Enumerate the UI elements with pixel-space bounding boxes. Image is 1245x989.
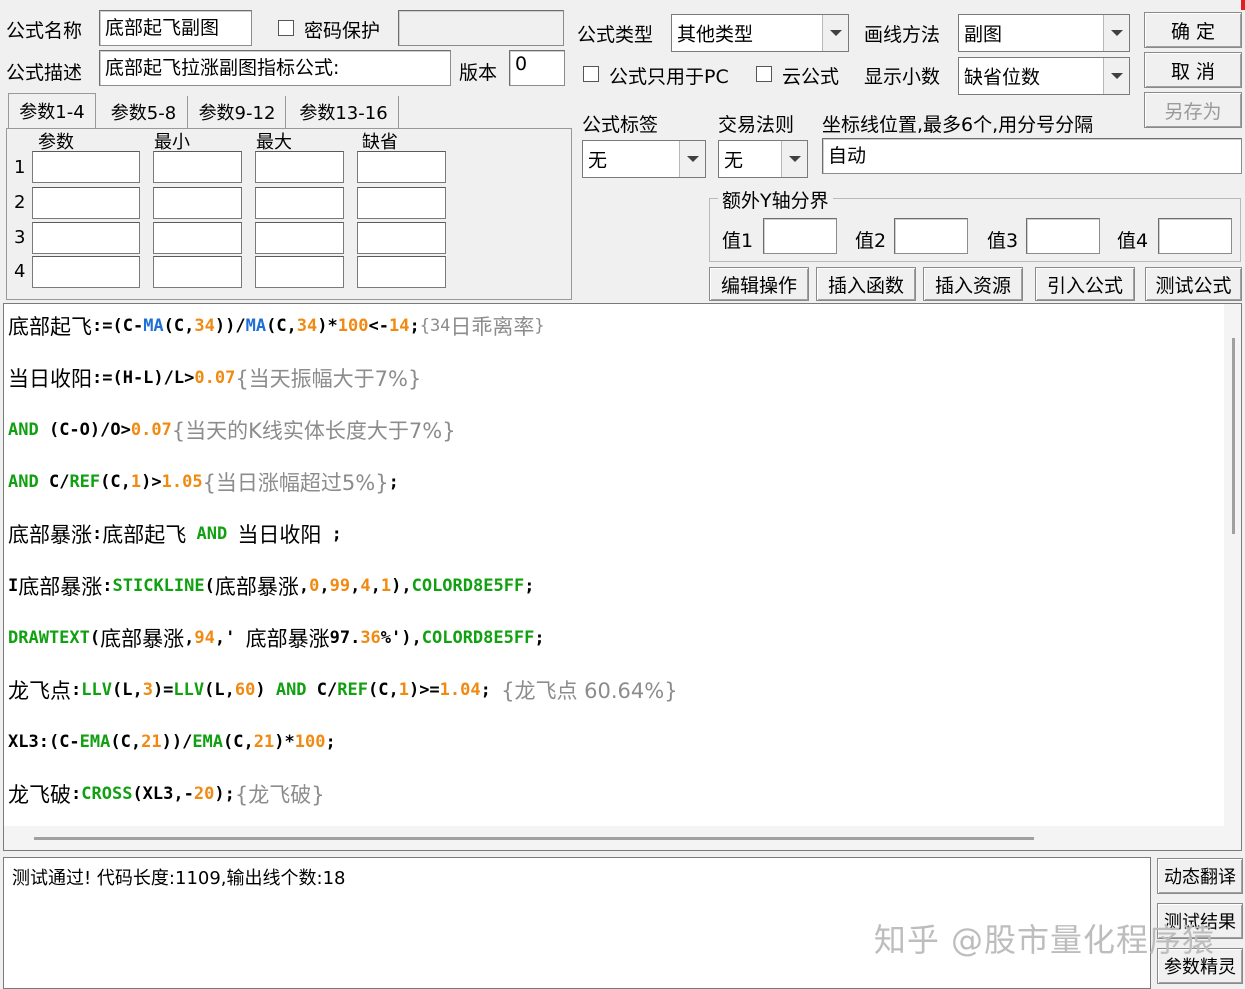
draw-method-value: 副图	[964, 23, 1003, 46]
value4-input[interactable]	[1158, 218, 1232, 254]
horizontal-scrollbar[interactable]	[4, 826, 1224, 850]
code-line-3: AND (C-O)/O> 0.07 {当天的K线实体长度大于7%}	[8, 419, 456, 443]
param-row-number: 2	[14, 192, 26, 213]
param-row-number: 3	[14, 227, 26, 248]
code-line-8: 龙飞点: LLV (L, 3)= LLV (L, 60) AND C/REF (C, 1)>= 1…	[8, 679, 678, 703]
chevron-down-icon[interactable]	[1103, 58, 1129, 94]
test-output-message: 测试通过! 代码长度:1109,输出线个数:18	[12, 868, 346, 889]
insert-function-button[interactable]: 插入函数	[816, 267, 916, 301]
cancel-button[interactable]: 取 消	[1144, 52, 1242, 88]
param-2-min-input[interactable]	[153, 187, 242, 219]
cloud-label: 云公式	[782, 66, 840, 88]
formula-desc-label: 公式描述	[6, 62, 83, 84]
param-1-min-input[interactable]	[153, 151, 242, 183]
param-2-name-input[interactable]	[32, 187, 140, 219]
value2-input[interactable]	[894, 218, 968, 254]
pc-only-label: 公式只用于PC	[609, 66, 729, 88]
param-1-name-input[interactable]	[32, 151, 140, 183]
param-3-min-input[interactable]	[153, 222, 242, 254]
test-formula-button[interactable]: 测试公式	[1145, 267, 1242, 301]
code-line-4: AND C/REF (C, 1)> 1.05 {当日涨幅超过5%};	[8, 471, 399, 495]
trade-rule-select[interactable]: 无	[718, 140, 808, 178]
decimals-value: 缺省位数	[964, 66, 1041, 89]
window-edge-accent	[1241, 0, 1245, 10]
trade-rule-label: 交易法则	[718, 114, 795, 136]
formula-type-select[interactable]: 其他类型	[671, 14, 849, 52]
code-line-1: 底部起飞:=(C- MA (C, 34))/MA (C, 34)* 100 <- 14; {34 日…	[8, 315, 545, 339]
code-line-7: DRAWTEXT(底部暴涨, 94 ,' 底部暴涨 97. 36 %'), COLORD8E…	[8, 627, 545, 651]
formula-tag-select[interactable]: 无	[582, 140, 706, 178]
code-line-2: 当日收阳:=(H-L)/L> 0.07 {当天振幅大于7%}	[8, 367, 422, 391]
formula-type-value: 其他类型	[677, 23, 754, 46]
cloud-checkbox[interactable]	[756, 66, 772, 82]
code-line-9: XL3:(C- EMA (C, 21))/EMA (C, 21)* 100;	[8, 732, 336, 752]
code-line-5: 底部暴涨: 底部起飞 AND 当日收阳 ;	[8, 523, 342, 547]
password-input[interactable]	[398, 10, 564, 46]
save-as-button[interactable]: 另存为	[1144, 92, 1242, 128]
value3-input[interactable]	[1026, 218, 1100, 254]
draw-method-select[interactable]: 副图	[958, 14, 1130, 52]
password-label: 密码保护	[304, 20, 381, 42]
horizontal-scroll-thumb[interactable]	[34, 837, 1034, 840]
vertical-scrollbar[interactable]	[1224, 304, 1241, 850]
decimals-label: 显示小数	[864, 66, 941, 88]
version-input[interactable]: 0	[509, 50, 565, 86]
value1-input[interactable]	[763, 218, 837, 254]
chevron-down-icon[interactable]	[679, 141, 705, 177]
ok-button[interactable]: 确 定	[1144, 12, 1242, 48]
formula-tag-value: 无	[588, 149, 608, 172]
formula-type-label: 公式类型	[577, 24, 654, 46]
pc-only-checkbox[interactable]	[583, 66, 599, 82]
edit-ops-button[interactable]: 编辑操作	[709, 267, 809, 301]
value4-label: 值4	[1117, 230, 1149, 252]
param-3-name-input[interactable]	[32, 222, 140, 254]
formula-name-input[interactable]: 底部起飞副图	[99, 10, 252, 46]
param-2-default-input[interactable]	[357, 187, 446, 219]
value1-label: 值1	[722, 230, 754, 252]
dynamic-translate-button[interactable]: 动态翻译	[1157, 858, 1243, 894]
param-4-min-input[interactable]	[153, 256, 242, 288]
param-3-max-input[interactable]	[255, 222, 344, 254]
draw-method-label: 画线方法	[864, 24, 941, 46]
tab-params-13-16[interactable]: 参数13-16	[289, 96, 399, 128]
value3-label: 值3	[987, 230, 1019, 252]
param-1-max-input[interactable]	[255, 151, 344, 183]
axis-position-input[interactable]: 自动	[822, 138, 1242, 174]
chevron-down-icon[interactable]	[781, 141, 807, 177]
value2-label: 值2	[855, 230, 887, 252]
tab-params-5-8[interactable]: 参数5-8	[100, 96, 188, 128]
formula-name-label: 公式名称	[6, 20, 83, 42]
chevron-down-icon[interactable]	[822, 15, 848, 51]
code-editor[interactable]: 底部起飞:=(C- MA (C, 34))/MA (C, 34)* 100 <- 14; {34 日…	[3, 303, 1242, 851]
decimals-select[interactable]: 缺省位数	[958, 57, 1130, 95]
watermark: 知乎 @股市量化程序猿	[873, 921, 1215, 959]
formula-tag-label: 公式标签	[582, 114, 659, 136]
param-3-default-input[interactable]	[357, 222, 446, 254]
version-label: 版本	[459, 62, 498, 84]
param-4-default-input[interactable]	[357, 256, 446, 288]
password-checkbox[interactable]	[278, 20, 294, 36]
code-line-10: 龙飞破: CROSS (XL3,- 20); {龙飞破}	[8, 783, 325, 807]
vertical-scroll-thumb[interactable]	[1232, 338, 1235, 534]
code-line-6: I 底部暴涨: STICKLINE(底部暴涨, 0, 99, 4, 1), COLORD8E5…	[8, 575, 535, 599]
insert-resource-button[interactable]: 插入资源	[923, 267, 1023, 301]
chevron-down-icon[interactable]	[1103, 15, 1129, 51]
param-1-default-input[interactable]	[357, 151, 446, 183]
formula-desc-input[interactable]: 底部起飞拉涨副图指标公式:	[99, 50, 451, 86]
param-4-name-input[interactable]	[32, 256, 140, 288]
extra-y-axis-title: 额外Y轴分界	[718, 186, 833, 213]
axis-position-label: 坐标线位置,最多6个,用分号分隔	[822, 114, 1094, 136]
tab-params-1-4[interactable]: 参数1-4	[8, 93, 96, 128]
tab-params-9-12[interactable]: 参数9-12	[189, 96, 286, 128]
param-row-number: 4	[14, 261, 26, 282]
param-2-max-input[interactable]	[255, 187, 344, 219]
trade-rule-value: 无	[724, 149, 744, 172]
import-formula-button[interactable]: 引入公式	[1035, 267, 1135, 301]
param-row-number: 1	[14, 157, 26, 178]
param-4-max-input[interactable]	[255, 256, 344, 288]
